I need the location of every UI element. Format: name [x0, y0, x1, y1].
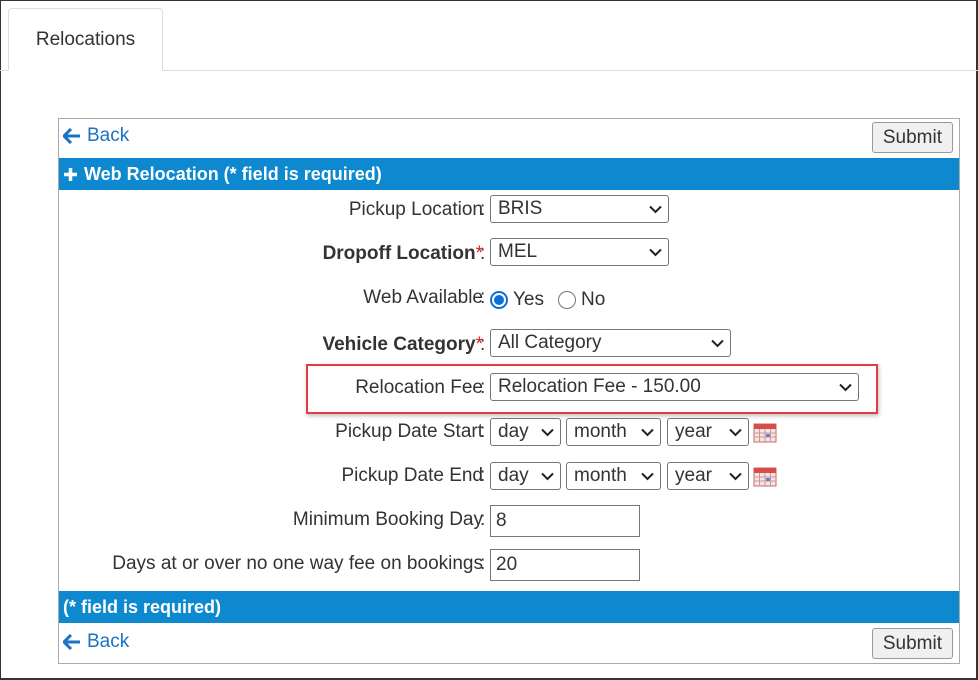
colon: : — [480, 287, 486, 308]
pickup-end-day-select[interactable]: day — [490, 462, 561, 490]
chevron-down-icon — [711, 339, 724, 347]
chevron-down-icon — [649, 248, 662, 256]
dropoff-location-select[interactable]: MEL — [490, 238, 669, 266]
section-footer-bar: (* field is required) — [59, 591, 959, 623]
minimum-booking-day-value: 8 — [496, 510, 507, 531]
back-label: Back — [87, 125, 130, 146]
one-way-fee-days-label: Days at or over no one way fee on bookin… — [112, 553, 483, 574]
minimum-booking-day-input[interactable]: 8 — [490, 505, 640, 537]
pickup-start-year-select[interactable]: year — [667, 418, 749, 446]
web-available-label: Web Available — [363, 287, 483, 308]
back-label: Back — [87, 631, 130, 652]
one-way-fee-days-input[interactable]: 20 — [490, 549, 640, 581]
dropoff-location-label: Dropoff Location* — [322, 243, 483, 264]
pickup-end-year-select[interactable]: year — [667, 462, 749, 490]
colon: : — [480, 243, 486, 264]
arrow-left-icon — [63, 634, 80, 650]
web-available-radio-group: Yes No — [490, 289, 605, 311]
pickup-start-day-select[interactable]: day — [490, 418, 561, 446]
chevron-down-icon — [641, 428, 654, 436]
web-available-yes-label[interactable]: Yes — [513, 289, 544, 311]
chevron-down-icon — [641, 472, 654, 480]
arrow-left-icon — [63, 128, 80, 144]
web-available-no-label[interactable]: No — [581, 289, 605, 311]
month-value: month — [574, 465, 627, 486]
tab-label: Relocations — [35, 28, 136, 50]
chevron-down-icon — [541, 428, 554, 436]
minimum-booking-day-label: Minimum Booking Day — [292, 509, 483, 530]
web-available-yes-radio[interactable] — [490, 291, 508, 309]
tab-relocations[interactable]: Relocations — [8, 8, 163, 71]
pickup-start-month-select[interactable]: month — [566, 418, 661, 446]
chevron-down-icon — [541, 472, 554, 480]
colon: : — [480, 509, 486, 530]
one-way-fee-days-value: 20 — [496, 554, 518, 575]
colon: : — [480, 199, 486, 220]
footer-note: (* field is required) — [63, 596, 222, 617]
vehicle-category-value: All Category — [498, 332, 602, 353]
year-value: year — [675, 465, 712, 486]
back-link-top[interactable]: Back — [63, 125, 129, 147]
calendar-icon[interactable] — [753, 421, 777, 443]
vehicle-category-label: Vehicle Category* — [322, 334, 483, 355]
relocation-fee-highlight-box — [306, 364, 878, 414]
web-available-no-radio[interactable] — [558, 291, 576, 309]
chevron-down-icon — [649, 205, 662, 213]
colon: : — [480, 465, 486, 486]
pickup-location-select[interactable]: BRIS — [490, 195, 669, 223]
submit-button-bottom[interactable]: Submit — [871, 628, 953, 659]
chevron-down-icon — [729, 472, 742, 480]
plus-icon — [64, 167, 77, 181]
chevron-down-icon — [729, 428, 742, 436]
pickup-location-value: BRIS — [498, 198, 543, 219]
back-link-bottom[interactable]: Back — [63, 631, 129, 653]
pickup-location-label: Pickup Location — [348, 199, 483, 220]
pickup-date-start-label: Pickup Date Start — [335, 421, 483, 442]
pickup-date-end-label: Pickup Date End — [341, 465, 483, 486]
submit-button-top[interactable]: Submit — [871, 122, 953, 153]
section-header-bar[interactable]: Web Relocation (* field is required) — [59, 158, 959, 190]
calendar-icon[interactable] — [753, 465, 777, 487]
day-value: day — [498, 465, 529, 486]
section-title: Web Relocation (* field is required) — [84, 163, 382, 184]
colon: : — [480, 334, 486, 355]
pickup-end-month-select[interactable]: month — [566, 462, 661, 490]
dropoff-location-value: MEL — [498, 241, 538, 262]
day-value: day — [498, 421, 529, 442]
colon: : — [480, 421, 486, 442]
month-value: month — [574, 421, 627, 442]
submit-label: Submit — [882, 632, 942, 654]
vehicle-category-select[interactable]: All Category — [490, 329, 731, 357]
year-value: year — [675, 421, 712, 442]
submit-label: Submit — [882, 126, 942, 148]
colon: : — [480, 553, 486, 574]
